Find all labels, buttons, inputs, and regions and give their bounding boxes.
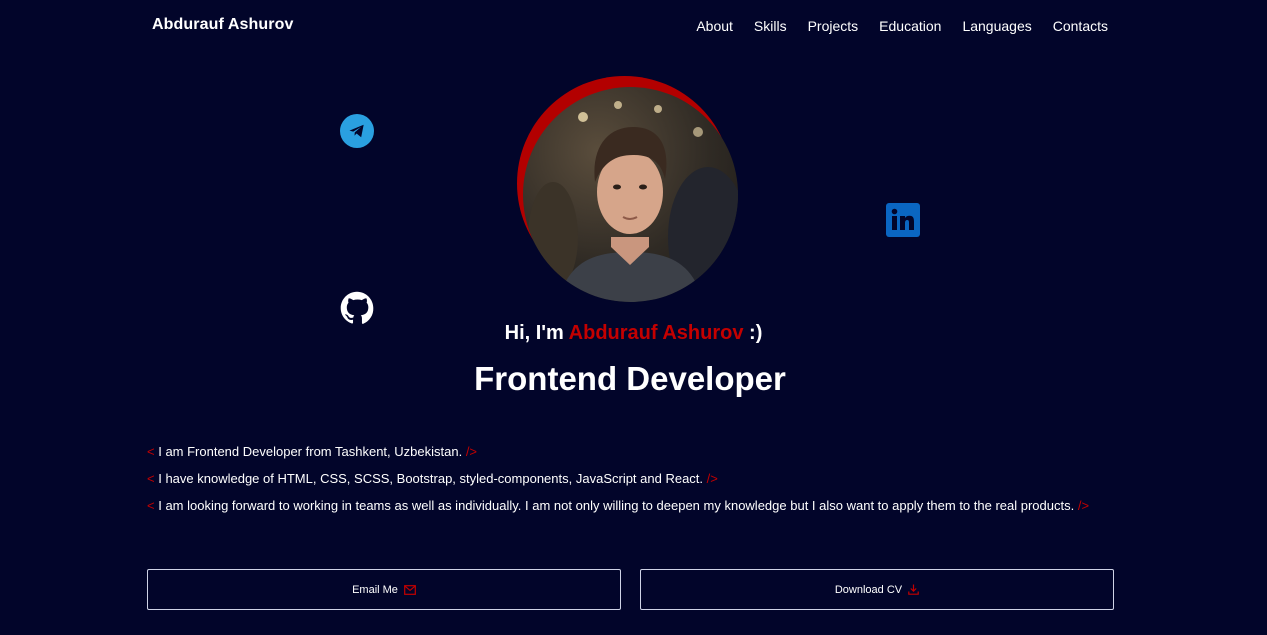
bio-text: I am Frontend Developer from Tashkent, U… — [158, 444, 463, 459]
nav-skills[interactable]: Skills — [754, 18, 787, 34]
bio-line: < I am Frontend Developer from Tashkent,… — [147, 438, 1107, 465]
github-icon[interactable] — [340, 291, 374, 325]
email-me-label: Email Me — [352, 583, 398, 596]
download-cv-label: Download CV — [834, 583, 903, 596]
bio-close-tag: /> — [1077, 498, 1090, 513]
nav-about[interactable]: About — [696, 18, 733, 34]
greeting-prefix: Hi, I'm — [504, 322, 569, 344]
envelope-icon — [404, 584, 416, 595]
telegram-plane-glyph — [349, 124, 364, 138]
linkedin-glyph — [891, 208, 914, 230]
brand-logo[interactable]: Abdurauf Ashurov — [152, 16, 293, 34]
bio-open-tag: < — [147, 498, 155, 513]
bio: < I am Frontend Developer from Tashkent,… — [147, 438, 1107, 519]
bio-close-tag: /> — [706, 471, 718, 486]
role-title: Frontend Developer — [474, 360, 786, 397]
bio-open-tag: < — [147, 471, 155, 486]
portrait-illustration — [528, 101, 738, 302]
greeting: Hi, I'm Abdurauf Ashurov :) — [0, 322, 1267, 345]
bio-line: < I have knowledge of HTML, CSS, SCSS, B… — [147, 465, 1107, 492]
greeting-suffix: :) — [743, 322, 763, 344]
avatar — [523, 87, 738, 302]
email-me-button[interactable]: Email Me — [147, 569, 621, 610]
profile-photo — [517, 76, 739, 302]
github-octocat-glyph — [340, 291, 374, 324]
download-cv-button[interactable]: Download CV — [640, 569, 1114, 610]
bio-text: I am looking forward to working in teams… — [158, 498, 1075, 513]
bio-open-tag: < — [147, 444, 155, 459]
nav-languages[interactable]: Languages — [962, 18, 1031, 34]
telegram-icon[interactable] — [340, 114, 374, 148]
linkedin-icon[interactable] — [886, 203, 920, 237]
nav-contacts[interactable]: Contacts — [1053, 18, 1108, 34]
download-icon — [908, 584, 919, 595]
nav-projects[interactable]: Projects — [808, 18, 859, 34]
nav-education[interactable]: Education — [879, 18, 941, 34]
main-nav: About Skills Projects Education Language… — [696, 18, 1108, 34]
bio-close-tag: /> — [465, 444, 478, 459]
bio-text: I have knowledge of HTML, CSS, SCSS, Boo… — [158, 471, 704, 486]
greeting-name: Abdurauf Ashurov — [568, 322, 744, 344]
bio-line: < I am looking forward to working in tea… — [147, 492, 1107, 519]
